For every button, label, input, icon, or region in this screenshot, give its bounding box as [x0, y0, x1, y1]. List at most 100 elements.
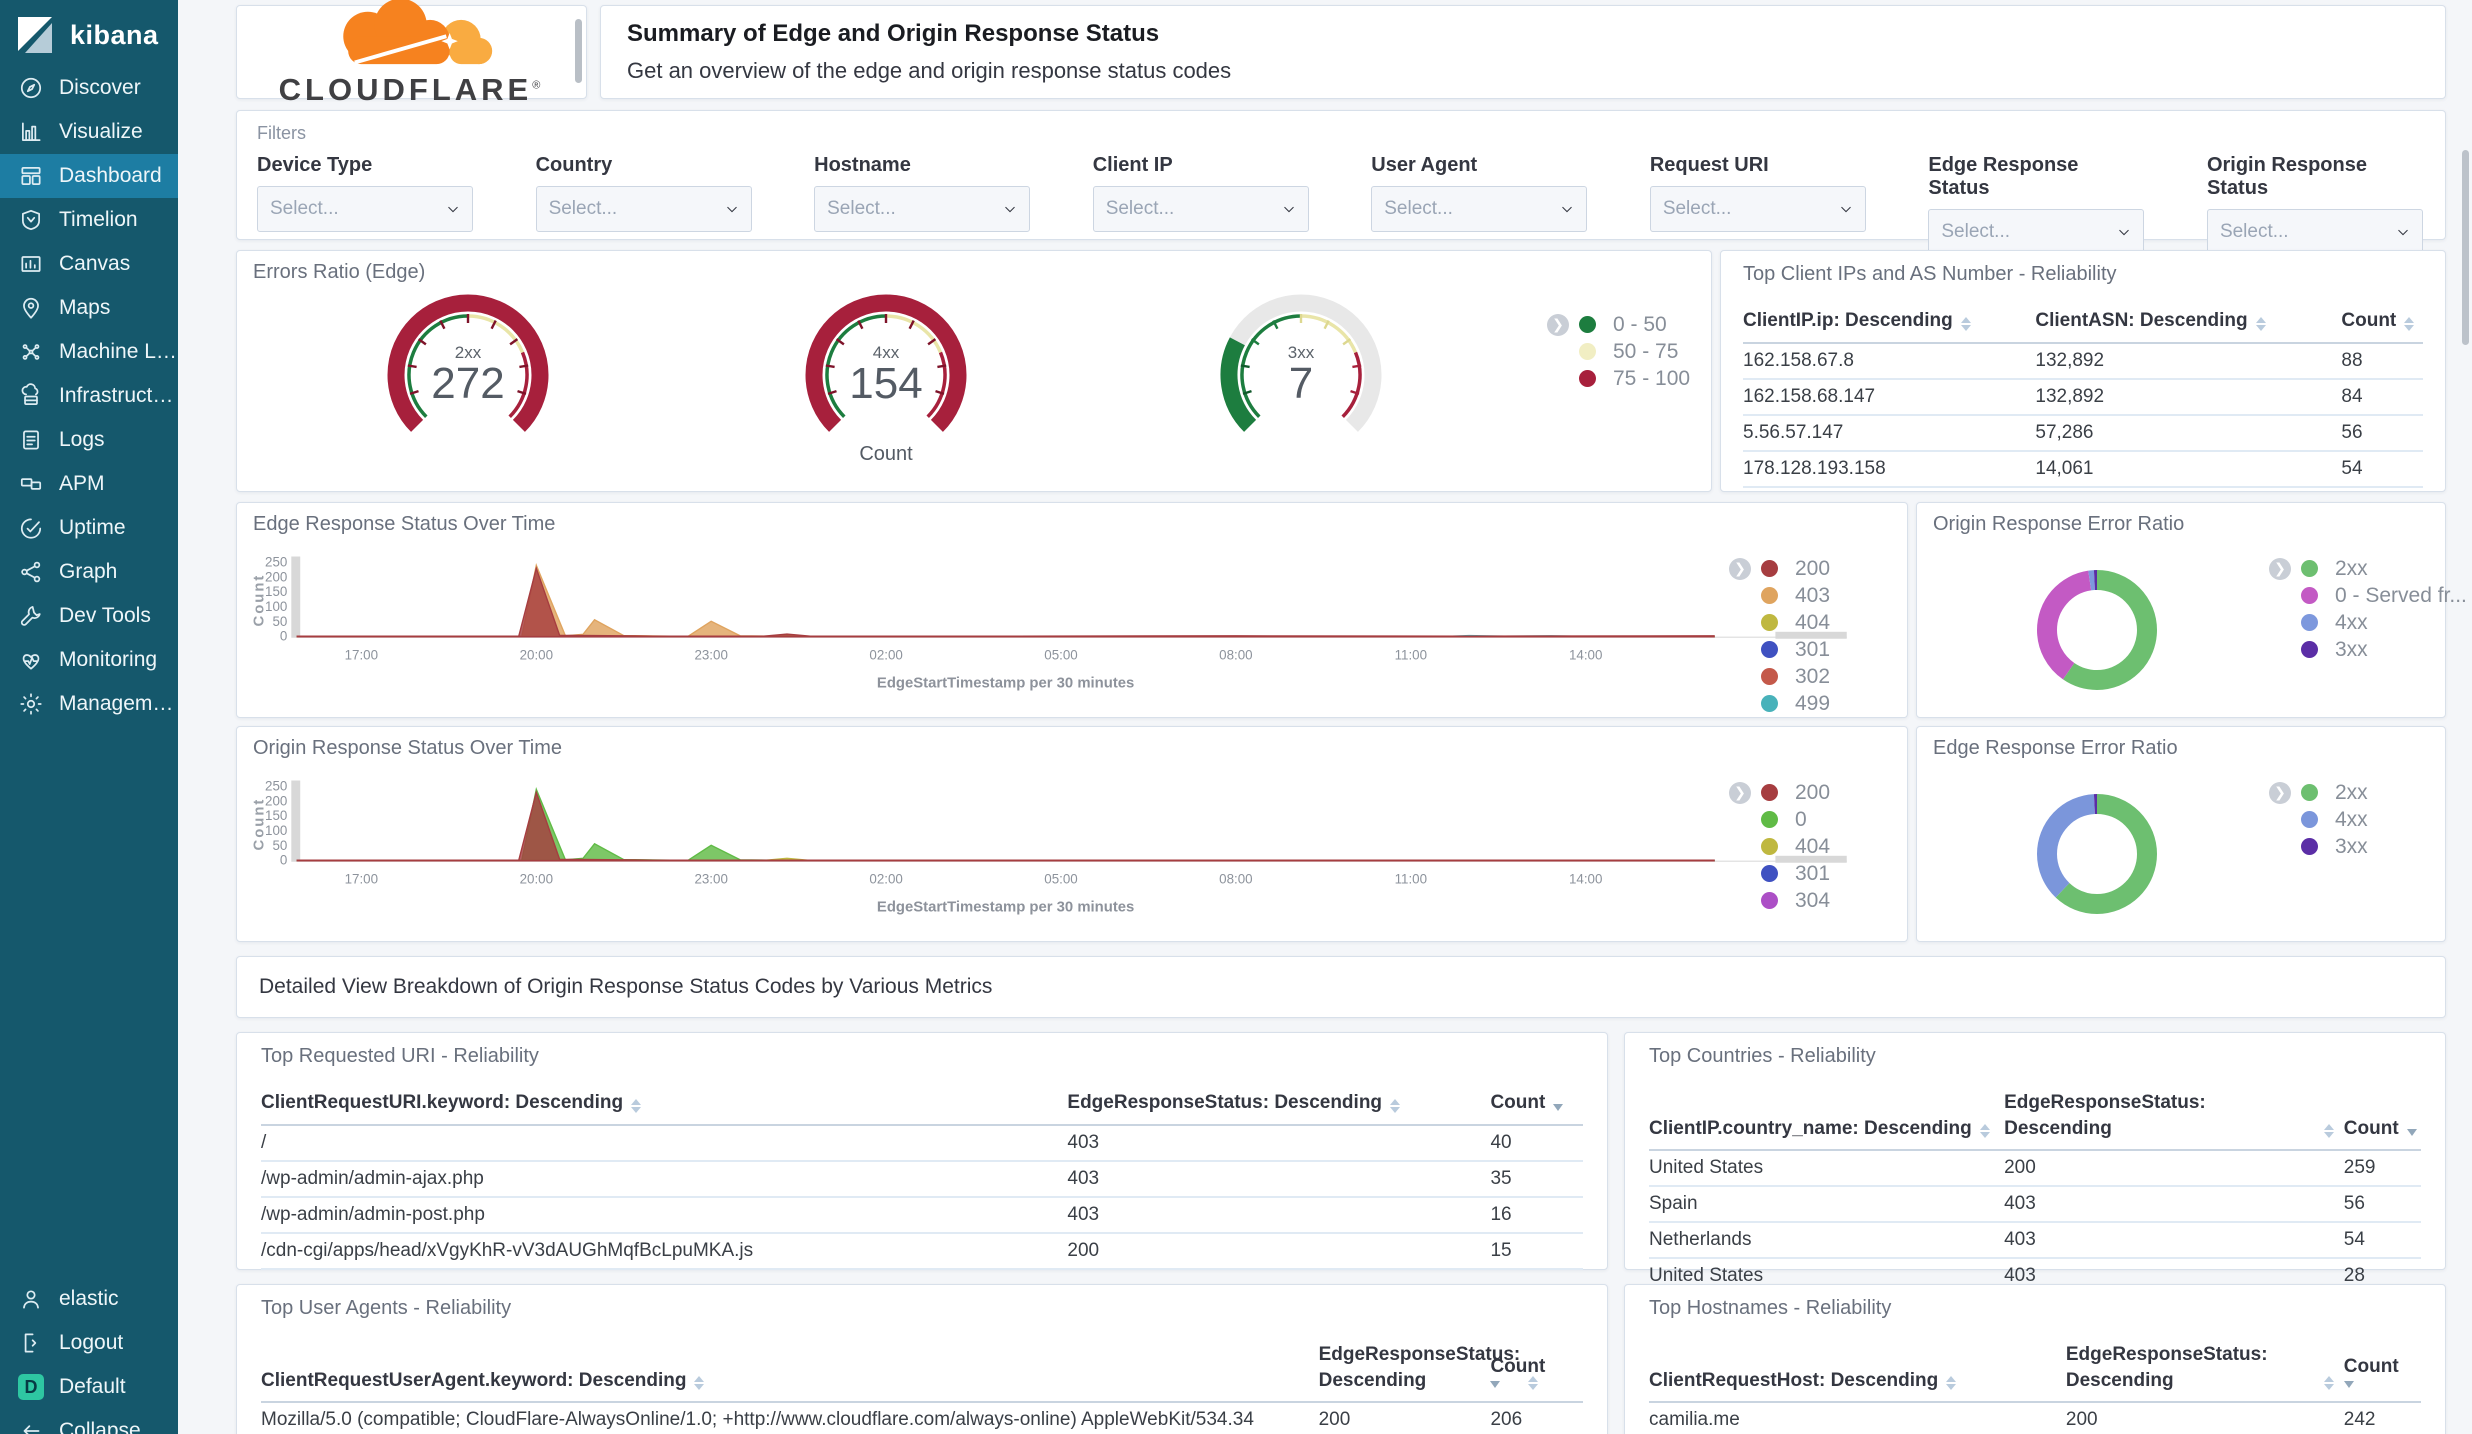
sidebar-item-default[interactable]: D Default — [0, 1365, 178, 1409]
donut-legend-item-4xx[interactable]: 4xx — [2269, 806, 2368, 833]
sidebar-item-discover[interactable]: Discover — [0, 66, 178, 110]
sidebar-item-elastic[interactable]: elastic — [0, 1277, 178, 1321]
panel-scrollbar[interactable] — [575, 19, 582, 83]
filters-panel-title: Filters — [257, 123, 306, 143]
filter-select-client-ip[interactable]: Select... — [1092, 186, 1309, 232]
column-header-clientasn-descending[interactable]: ClientASN: Descending — [2035, 308, 2341, 334]
sidebar-item-timelion[interactable]: Timelion — [0, 198, 178, 242]
chart-legend-item-403[interactable]: 403 — [1729, 582, 1830, 609]
chart-legend-item-200[interactable]: ❯ 200 — [1729, 555, 1830, 582]
sidebar-item-graph[interactable]: Graph — [0, 550, 178, 594]
chart-legend-item-404[interactable]: 404 — [1729, 833, 1830, 860]
donut-legend-item-2xx[interactable]: ❯ 2xx — [2269, 555, 2467, 582]
column-header-edgeresponsestatus-descending[interactable]: EdgeResponseStatus: Descending — [1067, 1090, 1490, 1116]
column-header-clientrequesthost-descending[interactable]: ClientRequestHost: Descending — [1649, 1368, 2066, 1394]
filter-select-device-type[interactable]: Select... — [257, 186, 473, 232]
sidebar-item-infrastructure[interactable]: Infrastructure — [0, 374, 178, 418]
column-header-count[interactable]: Count — [1490, 1090, 1583, 1116]
filter-select-country[interactable]: Select... — [535, 186, 752, 232]
sort-desc-icon — [2343, 1381, 2354, 1389]
column-header-edgeresponsestatus-descending[interactable]: EdgeResponseStatus: Descending — [1319, 1342, 1539, 1393]
legend-expand-icon[interactable]: ❯ — [2269, 557, 2291, 580]
filter-select-hostname[interactable]: Select... — [814, 186, 1031, 232]
sidebar-item-collapse[interactable]: Collapse — [0, 1409, 178, 1434]
chart-legend-item-404[interactable]: 404 — [1729, 609, 1830, 636]
sidebar-item-label: Dev Tools — [59, 604, 151, 627]
table-cell: 54 — [2343, 1229, 2365, 1251]
column-header-clientrequestuseragent-keyword-descending[interactable]: ClientRequestUserAgent.keyword: Descendi… — [261, 1368, 1319, 1394]
chart-legend-item-301[interactable]: 301 — [1729, 860, 1830, 887]
table-row: 162.158.68.147 132,892 84 — [1743, 380, 2423, 416]
sidebar-item-apm[interactable]: APM — [0, 462, 178, 506]
legend-expand-icon[interactable]: ❯ — [1547, 313, 1569, 336]
chart-legend-item-499[interactable]: 499 — [1729, 690, 1830, 717]
filter-select-user-agent[interactable]: Select... — [1371, 186, 1588, 232]
chart-legend-item-304[interactable]: 304 — [1729, 887, 1830, 914]
legend-expand-icon[interactable]: ❯ — [1729, 557, 1751, 580]
sidebar-item-uptime[interactable]: Uptime — [0, 506, 178, 550]
page-scrollbar[interactable] — [2462, 150, 2469, 345]
visualize-icon — [18, 119, 44, 145]
sidebar-footer-nav: elastic Logout D Default Collapse — [0, 1277, 178, 1434]
gauge-legend-item-0-50[interactable]: ❯ 0 - 50 — [1547, 311, 1690, 338]
sidebar-item-logout[interactable]: Logout — [0, 1321, 178, 1365]
chart-legend-item-301[interactable]: 301 — [1729, 636, 1830, 663]
chart-legend-item-0[interactable]: 0 — [1729, 806, 1830, 833]
filter-select-edge-response-status[interactable]: Select... — [1928, 209, 2145, 255]
chart-legend-item-200[interactable]: ❯ 200 — [1729, 779, 1830, 806]
sidebar-item-monitoring[interactable]: Monitoring — [0, 638, 178, 682]
table-row: 178.128.193.158 14,061 54 — [1743, 452, 2423, 488]
sidebar-item-management[interactable]: Management — [0, 682, 178, 726]
legend-label: 404 — [1795, 610, 1831, 634]
column-header-count[interactable]: Count — [1490, 1354, 1583, 1394]
legend-color-dot — [1761, 614, 1778, 631]
legend-color-dot — [2301, 560, 2318, 577]
collapse-icon — [18, 1418, 44, 1434]
cloudflare-wordmark: CLOUDFLARE® — [278, 71, 545, 107]
top-user-agents-panel: Top User Agents - Reliability ClientReque… — [236, 1284, 1608, 1434]
note-text: Detailed View Breakdown of Origin Respon… — [259, 975, 993, 998]
column-header-edgeresponsestatus-descending[interactable]: EdgeResponseStatus: Descending — [2066, 1342, 2344, 1393]
column-header-clientip-country-name-descending[interactable]: ClientIP.country_name: Descending — [1649, 1116, 2004, 1142]
donut-legend-item-2xx[interactable]: ❯ 2xx — [2269, 779, 2368, 806]
column-header-clientrequesturi-keyword-descending[interactable]: ClientRequestURI.keyword: Descending — [261, 1090, 1067, 1116]
svg-text:05:00: 05:00 — [1044, 872, 1077, 887]
sidebar-item-dashboard[interactable]: Dashboard — [0, 154, 178, 198]
filter-select-request-uri[interactable]: Select... — [1649, 186, 1866, 232]
column-header-count[interactable]: Count — [2341, 308, 2423, 334]
page-title: Summary of Edge and Origin Response Stat… — [627, 20, 1160, 47]
legend-color-dot — [2301, 811, 2318, 828]
filters-row: Device Type Select... Country Select... Host… — [237, 144, 2445, 255]
infrastructure-icon — [18, 383, 44, 409]
donut-legend-item-3xx[interactable]: 3xx — [2269, 636, 2467, 663]
sidebar-item-maps[interactable]: Maps — [0, 286, 178, 330]
column-header-count[interactable]: Count — [2343, 1354, 2421, 1394]
sidebar-item-machine-le[interactable]: Machine Le... — [0, 330, 178, 374]
legend-expand-icon[interactable]: ❯ — [2269, 781, 2291, 804]
sidebar-item-logs[interactable]: Logs — [0, 418, 178, 462]
filter-select-origin-response-status[interactable]: Select... — [2206, 209, 2423, 255]
column-header-clientip-ip-descending[interactable]: ClientIP.ip: Descending — [1743, 308, 2035, 334]
sidebar-item-label: Logout — [59, 1331, 124, 1354]
legend-label: 3xx — [2335, 637, 2368, 661]
column-header-edgeresponsestatus-descending[interactable]: EdgeResponseStatus: Descending — [2004, 1090, 2344, 1141]
donut-legend-item-0-served-fr[interactable]: 0 - Served fr... — [2269, 582, 2467, 609]
sidebar-item-visualize[interactable]: Visualize — [0, 110, 178, 154]
legend-label: 2xx — [2335, 556, 2368, 580]
donut-legend-item-4xx[interactable]: 4xx — [2269, 609, 2467, 636]
gauge-legend-item-50-75[interactable]: 50 - 75 — [1547, 338, 1690, 365]
dashboard-header-panel: Summary of Edge and Origin Response Stat… — [600, 5, 2446, 99]
legend-expand-icon[interactable]: ❯ — [1729, 781, 1751, 804]
legend-color-dot — [2301, 614, 2318, 631]
column-header-count[interactable]: Count — [2344, 1116, 2421, 1142]
top-hostnames-panel: Top Hostnames - Reliability ClientRequest… — [1624, 1284, 2446, 1434]
gauge-legend-item-75-100[interactable]: 75 - 100 — [1547, 365, 1690, 392]
legend-color-dot — [1761, 865, 1778, 882]
sidebar-item-label: Machine Le... — [59, 340, 178, 363]
sidebar-item-dev-tools[interactable]: Dev Tools — [0, 594, 178, 638]
chart-legend-item-302[interactable]: 302 — [1729, 663, 1830, 690]
gauge-4xx: 4xx 154 — [786, 280, 986, 460]
donut-legend-item-3xx[interactable]: 3xx — [2269, 833, 2368, 860]
kibana-home-link[interactable]: kibana — [0, 0, 178, 66]
sidebar-item-canvas[interactable]: Canvas — [0, 242, 178, 286]
